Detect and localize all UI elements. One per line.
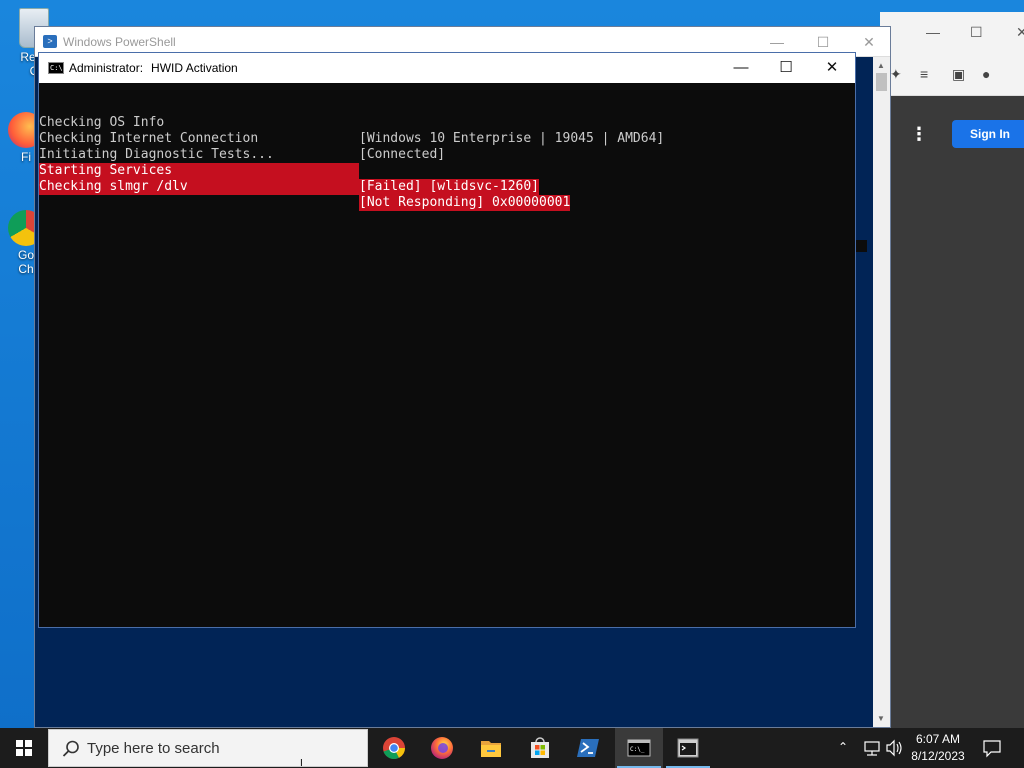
sign-in-button[interactable]: Sign In <box>952 120 1024 148</box>
extensions-icon[interactable]: ✦ <box>890 66 902 83</box>
admin-cmd-icon <box>677 738 699 758</box>
browser-content: ⋮ Sign In <box>880 96 1024 728</box>
notifications-icon[interactable] <box>980 728 1004 768</box>
cmd-title: Administrator: HWID Activation <box>69 61 238 75</box>
close-button[interactable]: ✕ <box>855 31 883 53</box>
search-input[interactable] <box>87 734 347 762</box>
media-icon[interactable]: ≡ <box>920 66 928 82</box>
maximize-button[interactable]: ☐ <box>809 31 837 53</box>
profile-icon[interactable]: ● <box>982 66 990 82</box>
folder-icon <box>481 741 501 757</box>
desktop-icon-label: Fi <box>21 150 31 164</box>
store-icon <box>531 737 549 758</box>
cmd-titlebar[interactable]: C:\ Administrator: HWID Activation — ☐ ✕ <box>39 53 855 83</box>
console-line: Initiating Diagnostic Tests... <box>39 131 855 162</box>
side-panel-icon[interactable]: ▣ <box>952 66 965 83</box>
cmd-title-prefix: Administrator: <box>69 61 144 75</box>
minimize-icon[interactable]: — <box>926 24 940 40</box>
network-icon[interactable] <box>862 728 882 768</box>
scroll-up-icon[interactable]: ▲ <box>877 61 885 70</box>
browser-toolbar: ✦ ≡ ▣ ● ⋮ <box>880 54 1024 96</box>
taskbar-powershell[interactable] <box>565 728 613 768</box>
check-result: [Not Responding] 0x00000001 <box>359 195 571 211</box>
volume-icon[interactable] <box>884 728 904 768</box>
taskbar-firefox[interactable] <box>418 728 466 768</box>
chrome-icon <box>383 737 405 760</box>
maximize-icon[interactable]: ☐ <box>970 24 983 41</box>
clock-date: 8/12/2023 <box>911 749 965 763</box>
taskbar: C:\_ ⌃ 6:07 AM 8/12/2023 <box>0 728 1024 768</box>
system-clock[interactable]: 6:07 AM 8/12/2023 <box>906 731 970 765</box>
console-artifact <box>855 240 867 252</box>
maximize-button[interactable]: ☐ <box>766 57 806 79</box>
taskbar-cmd[interactable]: C:\_ <box>615 728 663 768</box>
close-icon[interactable]: ✕ <box>1016 24 1024 41</box>
console-output[interactable]: Checking OS Info [Windows 10 Enterprise … <box>39 83 855 627</box>
desktop-icon-label: Go <box>17 248 34 262</box>
firefox-icon <box>431 737 453 759</box>
taskbar-store[interactable] <box>516 728 564 768</box>
powershell-icon: > <box>43 35 57 48</box>
show-hidden-icons-icon[interactable]: ⌃ <box>838 740 848 768</box>
start-button[interactable] <box>0 728 48 768</box>
console-line: Checking OS Info [Windows 10 Enterprise … <box>39 99 855 146</box>
cmd-title-name: HWID Activation <box>151 61 238 75</box>
taskbar-admin-cmd[interactable] <box>664 728 712 768</box>
cmd-icon: C:\_ <box>627 739 651 757</box>
clock-time: 6:07 AM <box>915 732 961 746</box>
windows-logo-icon <box>16 740 32 756</box>
menu-icon[interactable]: ⋮ <box>1018 66 1024 83</box>
console-line-error: Starting Services [Failed] [wlidsvc-1260… <box>39 147 855 195</box>
svg-text:C:\_: C:\_ <box>630 746 645 753</box>
scroll-down-icon[interactable]: ▼ <box>877 714 885 723</box>
desktop-icon-sublabel: Ch <box>18 262 34 276</box>
close-button[interactable]: ✕ <box>812 57 852 79</box>
powershell-title: Windows PowerShell <box>63 35 176 49</box>
taskbar-search[interactable] <box>48 729 368 767</box>
console-line-error: Checking slmgr /dlv [Not Responding] 0x0… <box>39 163 855 211</box>
more-options-icon[interactable]: ⋮ <box>910 124 928 145</box>
powershell-icon <box>577 739 599 757</box>
check-label: Checking slmgr /dlv <box>39 179 359 195</box>
powershell-scrollbar[interactable]: ▲ ▼ <box>873 57 890 727</box>
taskbar-chrome[interactable] <box>370 728 418 768</box>
console-line: Checking Internet Connection [Connected] <box>39 115 855 162</box>
text-cursor-icon: I <box>300 758 303 768</box>
cmd-icon: C:\ <box>48 62 64 74</box>
search-icon <box>62 740 79 757</box>
scrollbar-thumb[interactable] <box>876 73 887 91</box>
check-result: [Failed] [wlidsvc-1260] <box>359 179 540 195</box>
minimize-button[interactable]: — <box>721 57 761 79</box>
taskbar-file-explorer[interactable] <box>467 728 515 768</box>
cmd-window[interactable]: C:\ Administrator: HWID Activation — ☐ ✕ … <box>38 52 856 628</box>
minimize-button[interactable]: — <box>763 31 791 53</box>
browser-titlebar: — ☐ ✕ <box>880 12 1024 54</box>
browser-window[interactable]: — ☐ ✕ ✦ ≡ ▣ ● ⋮ ⋮ Sign In <box>880 12 1024 728</box>
